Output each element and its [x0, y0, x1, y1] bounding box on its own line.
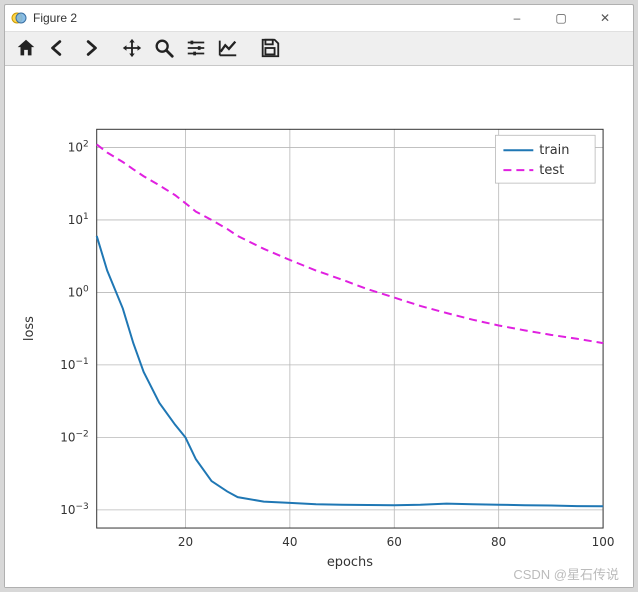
- svg-text:40: 40: [282, 535, 297, 549]
- svg-text:10−1: 10−1: [60, 357, 88, 372]
- svg-text:100: 100: [592, 535, 615, 549]
- back-button[interactable]: [43, 33, 73, 63]
- legend-entry-train: train: [539, 143, 569, 158]
- zoom-button[interactable]: [149, 33, 179, 63]
- configure-button[interactable]: [181, 33, 211, 63]
- window-title: Figure 2: [33, 11, 495, 25]
- chart-line-icon: [217, 37, 239, 59]
- titlebar: Figure 2 – ▢ ✕: [5, 5, 633, 32]
- svg-text:60: 60: [387, 535, 402, 549]
- figure-window: Figure 2 – ▢ ✕: [4, 4, 634, 588]
- save-icon: [259, 37, 281, 59]
- svg-text:101: 101: [68, 212, 89, 227]
- maximize-icon: ▢: [555, 11, 566, 25]
- svg-text:102: 102: [68, 139, 89, 154]
- arrow-right-icon: [79, 37, 101, 59]
- plot-canvas[interactable]: 10−3 10−2 10−1 100 101 102 20 40 60 80 100 loss e…: [5, 66, 633, 587]
- magnify-icon: [153, 37, 175, 59]
- close-icon: ✕: [600, 11, 610, 25]
- svg-text:10−2: 10−2: [60, 429, 88, 444]
- edit-axes-button[interactable]: [213, 33, 243, 63]
- svg-text:80: 80: [491, 535, 506, 549]
- matplotlib-toolbar: [5, 32, 633, 66]
- y-axis-label: loss: [22, 316, 37, 341]
- svg-text:20: 20: [178, 535, 193, 549]
- series-train: [97, 236, 603, 506]
- maximize-button[interactable]: ▢: [539, 5, 583, 31]
- chart-svg: 10−3 10−2 10−1 100 101 102 20 40 60 80 100 loss e…: [5, 66, 633, 587]
- arrow-left-icon: [47, 37, 69, 59]
- legend-entry-test: test: [539, 163, 564, 178]
- close-button[interactable]: ✕: [583, 5, 627, 31]
- forward-button[interactable]: [75, 33, 105, 63]
- minimize-button[interactable]: –: [495, 5, 539, 31]
- home-button[interactable]: [11, 33, 41, 63]
- svg-text:100: 100: [68, 284, 89, 299]
- svg-text:10−3: 10−3: [60, 502, 88, 517]
- sliders-icon: [185, 37, 207, 59]
- minimize-icon: –: [514, 11, 521, 25]
- save-button[interactable]: [255, 33, 285, 63]
- pan-button[interactable]: [117, 33, 147, 63]
- legend: train test: [495, 135, 595, 183]
- app-icon: [11, 10, 27, 26]
- home-icon: [15, 37, 37, 59]
- x-axis-label: epochs: [327, 555, 373, 570]
- move-icon: [121, 37, 143, 59]
